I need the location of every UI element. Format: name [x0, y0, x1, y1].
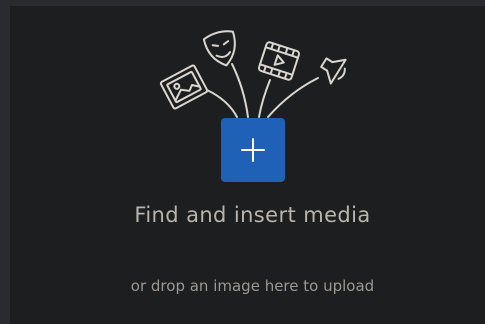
placeholder-subtitle: or drop an image here to upload [130, 277, 375, 295]
theater-masks-icon [202, 30, 236, 67]
media-drop-zone-frame: Find and insert media or drop an image h… [0, 0, 485, 324]
insert-media-button[interactable] [221, 118, 285, 182]
audio-speaker-icon [320, 57, 347, 85]
connector-line [231, 63, 249, 118]
video-icon [257, 41, 301, 81]
image-icon [159, 64, 209, 110]
connector-line [206, 89, 238, 118]
connector-line [267, 77, 319, 118]
connector-line [258, 79, 271, 118]
placeholder-title: Find and insert media [134, 203, 371, 227]
plus-icon [241, 138, 265, 162]
